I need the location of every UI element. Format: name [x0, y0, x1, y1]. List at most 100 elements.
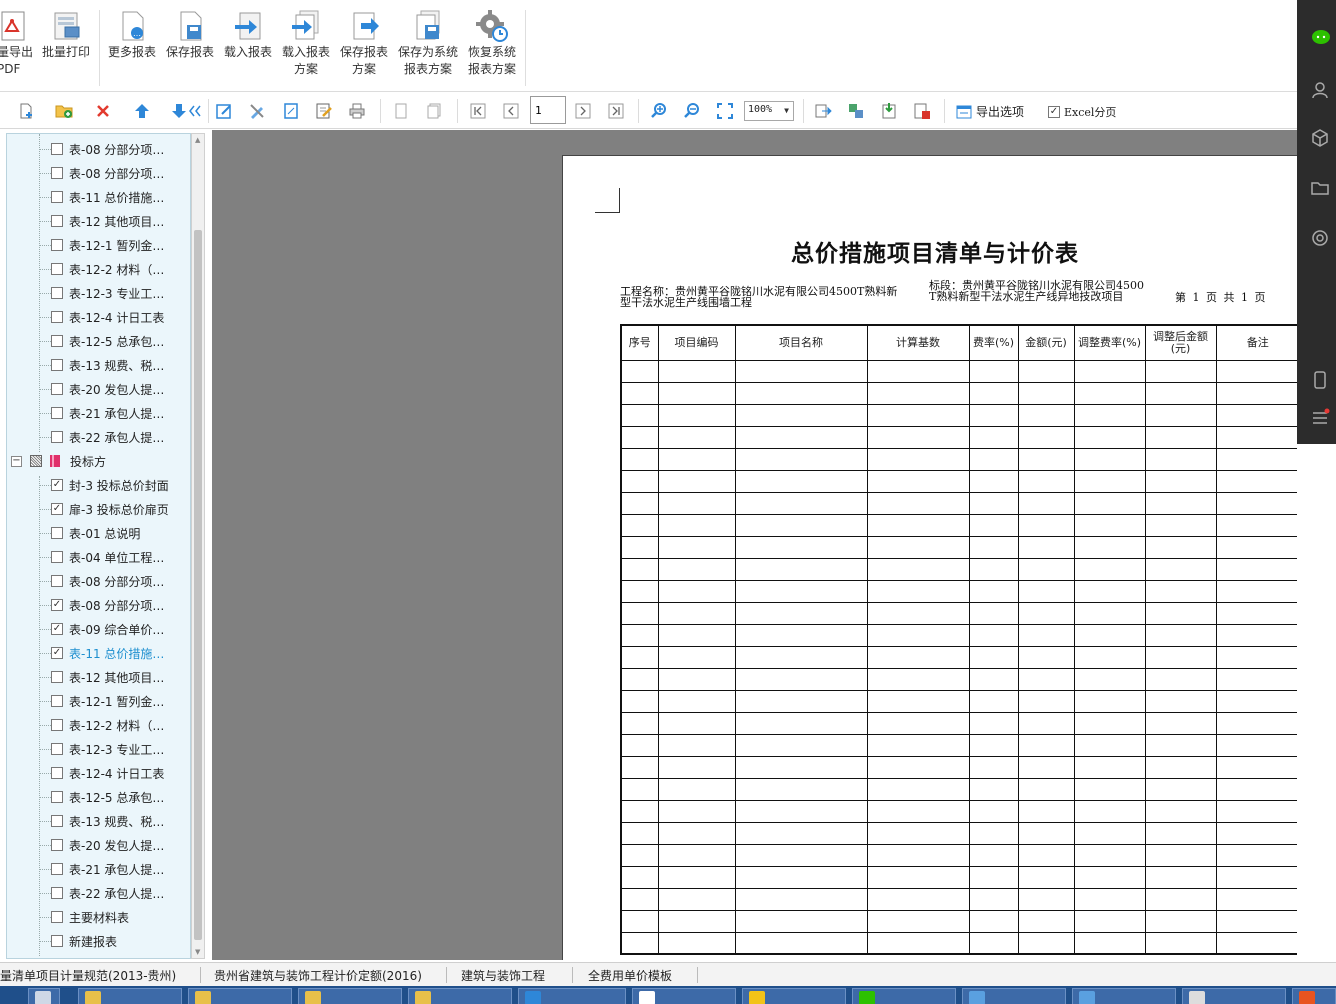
tree-item-checkbox[interactable]: ✓ [51, 503, 63, 515]
taskbar-app[interactable] [962, 988, 1066, 1004]
zoom-in-button[interactable] [649, 101, 669, 121]
tree-item-checkbox[interactable] [51, 911, 63, 923]
tree-item-checkbox[interactable] [51, 215, 63, 227]
multi-page-button[interactable] [424, 101, 444, 121]
tree-item-checkbox[interactable] [51, 695, 63, 707]
tree-item[interactable]: 表-20 发包人提… [7, 833, 190, 857]
taskbar-app[interactable] [518, 988, 626, 1004]
tree-item[interactable]: 表-04 单位工程… [7, 545, 190, 569]
tree-parent-checkbox[interactable] [30, 455, 42, 467]
tab-full-cost-template[interactable]: 全费用单价模板 [588, 967, 672, 984]
tree-parent-bidder[interactable]: − 投标方 [7, 449, 190, 473]
single-page-button[interactable] [391, 101, 411, 121]
zoom-select[interactable]: 100% ▼ [744, 101, 794, 121]
tree-item[interactable]: 表-11 总价措施… [7, 185, 190, 209]
tree-item-checkbox[interactable] [51, 311, 63, 323]
taskbar-app[interactable] [188, 988, 292, 1004]
restore-system-scheme-button[interactable]: 恢复系统 报表方案 [464, 8, 520, 88]
tree-item[interactable]: 表-13 规费、税… [7, 353, 190, 377]
edit-content-button[interactable] [314, 101, 334, 121]
save-report-scheme-button[interactable]: 保存报表 方案 [338, 8, 390, 88]
export-pdf-button[interactable] [912, 101, 932, 121]
menu-icon[interactable] [1310, 408, 1330, 428]
tree-item[interactable]: 表-13 规费、税… [7, 809, 190, 833]
delete-button[interactable] [93, 101, 113, 121]
tree-item[interactable]: 表-12-2 材料（… [7, 713, 190, 737]
tree-item-checkbox[interactable] [51, 815, 63, 827]
move-down-button[interactable] [170, 101, 204, 121]
design-report-button[interactable] [247, 101, 267, 121]
tree-scrollbar[interactable]: ▲ ▼ [191, 133, 205, 959]
tree-item[interactable]: ✓ 封-3 投标总价封面 [7, 473, 190, 497]
tree-item[interactable]: 表-22 承包人提… [7, 425, 190, 449]
tab-building-project[interactable]: 建筑与装饰工程 [461, 967, 545, 984]
taskbar-tray[interactable] [1292, 988, 1336, 1004]
new-folder-button[interactable] [54, 101, 74, 121]
tree-item-checkbox[interactable]: ✓ [51, 647, 63, 659]
tree-item[interactable]: 表-08 分部分项… [7, 569, 190, 593]
tree-item-checkbox[interactable] [51, 887, 63, 899]
scroll-down-icon[interactable]: ▼ [195, 948, 200, 956]
tree-item-checkbox[interactable] [51, 287, 63, 299]
next-page-button[interactable] [573, 101, 593, 121]
tree-item[interactable]: ✓ 表-11 总价措施… [7, 641, 190, 665]
tree-item[interactable]: 表-12-3 专业工… [7, 281, 190, 305]
taskbar-app[interactable] [78, 988, 182, 1004]
tree-item[interactable]: 表-01 总说明 [7, 521, 190, 545]
tree-item[interactable]: 表-12-4 计日工表 [7, 305, 190, 329]
tree-item-checkbox[interactable] [51, 359, 63, 371]
page-setup-button[interactable] [281, 101, 301, 121]
tree-item-checkbox[interactable] [51, 263, 63, 275]
taskbar-app[interactable] [298, 988, 402, 1004]
tree-item-checkbox[interactable]: ✓ [51, 479, 63, 491]
tree-item[interactable]: 表-12 其他项目… [7, 209, 190, 233]
tree-item-checkbox[interactable] [51, 671, 63, 683]
tree-item[interactable]: 表-12-5 总承包… [7, 329, 190, 353]
tree-item[interactable]: ✓ 扉-3 投标总价扉页 [7, 497, 190, 521]
tree-item-checkbox[interactable]: ✓ [51, 623, 63, 635]
tree-scroll-thumb[interactable] [194, 230, 202, 940]
excel-paging-toggle[interactable]: ✓ Excel分页 [1048, 104, 1116, 120]
fit-page-button[interactable] [715, 101, 735, 121]
taskbar-app[interactable] [28, 988, 60, 1004]
tree-item-checkbox[interactable]: ✓ [51, 599, 63, 611]
tree-item[interactable]: ✓ 表-09 综合单价… [7, 617, 190, 641]
tab-pricing-quota[interactable]: 贵州省建筑与装饰工程计价定额(2016) [214, 967, 422, 984]
taskbar-app[interactable] [408, 988, 512, 1004]
export-word-button[interactable] [879, 101, 899, 121]
prev-page-button[interactable] [501, 101, 521, 121]
tree-item-checkbox[interactable] [51, 335, 63, 347]
tree-item[interactable]: 主要材料表 [7, 905, 190, 929]
export-excel-button[interactable] [813, 101, 833, 121]
batch-print-button[interactable]: 批量打印 [40, 8, 92, 88]
page-number-input[interactable] [530, 96, 566, 124]
last-page-button[interactable] [606, 101, 626, 121]
tree-item-checkbox[interactable] [51, 431, 63, 443]
tree-item-checkbox[interactable] [51, 719, 63, 731]
save-as-system-scheme-button[interactable]: 保存为系统 报表方案 [396, 8, 460, 88]
load-report-button[interactable]: 载入报表 [222, 8, 274, 88]
taskbar-app[interactable] [1072, 988, 1176, 1004]
chat-icon[interactable] [1310, 28, 1330, 48]
tree-item[interactable]: 表-21 承包人提… [7, 401, 190, 425]
tree-item[interactable]: 表-20 发包人提… [7, 377, 190, 401]
load-report-scheme-button[interactable]: 载入报表 方案 [280, 8, 332, 88]
export-table-button[interactable] [846, 101, 866, 121]
more-reports-button[interactable]: … 更多报表 [106, 8, 158, 88]
tab-measurement-spec[interactable]: 量清单项目计量规范(2013-贵州) [0, 967, 176, 984]
zoom-out-button[interactable] [682, 101, 702, 121]
tree-item[interactable]: 表-12-5 总承包… [7, 785, 190, 809]
taskbar-app[interactable] [632, 988, 736, 1004]
taskbar-app[interactable] [1182, 988, 1286, 1004]
moments-icon[interactable] [1310, 228, 1330, 248]
tree-item-checkbox[interactable] [51, 839, 63, 851]
tree-item-checkbox[interactable] [51, 527, 63, 539]
save-report-button[interactable]: 保存报表 [164, 8, 216, 88]
tree-item[interactable]: 表-12-3 专业工… [7, 737, 190, 761]
tree-item[interactable]: 表-12-1 暂列金… [7, 689, 190, 713]
tree-item-checkbox[interactable] [51, 407, 63, 419]
tree-item-checkbox[interactable] [51, 191, 63, 203]
tree-item[interactable]: 表-12-1 暂列金… [7, 233, 190, 257]
tree-item[interactable]: 表-12-4 计日工表 [7, 761, 190, 785]
tree-item[interactable]: 新建报表 [7, 929, 190, 953]
